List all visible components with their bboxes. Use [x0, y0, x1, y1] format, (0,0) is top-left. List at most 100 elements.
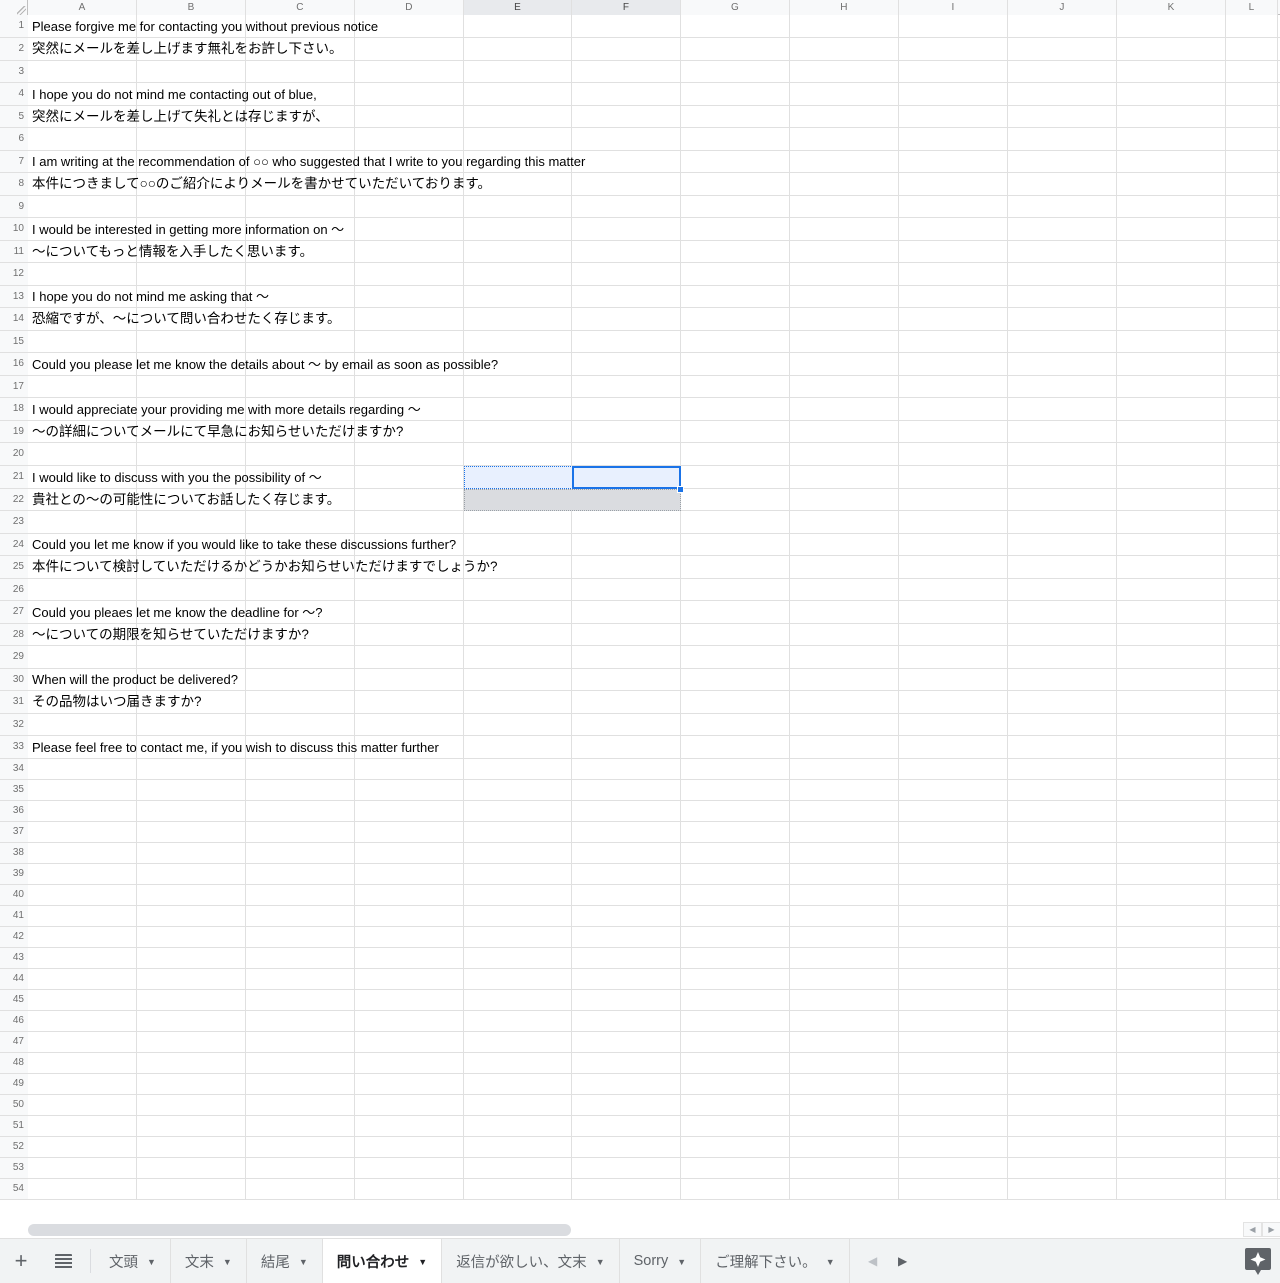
cell-K1[interactable]	[1117, 15, 1226, 38]
cell-B39[interactable]	[137, 864, 246, 885]
row-header-20[interactable]: 20	[0, 443, 28, 466]
cell-H37[interactable]	[790, 822, 899, 843]
cell-L14[interactable]	[1226, 308, 1278, 331]
cell-G42[interactable]	[681, 927, 790, 948]
cell-L4[interactable]	[1226, 83, 1278, 106]
cell-D50[interactable]	[355, 1095, 464, 1116]
row-header-46[interactable]: 46	[0, 1011, 28, 1032]
cell-I23[interactable]	[899, 511, 1008, 534]
scroll-right-arrow-button[interactable]: ▶	[1262, 1222, 1280, 1237]
cell-K44[interactable]	[1117, 969, 1226, 990]
cell-J32[interactable]	[1008, 714, 1117, 736]
cell-L31[interactable]	[1226, 691, 1278, 714]
cell-G35[interactable]	[681, 780, 790, 801]
cell-E7[interactable]	[464, 151, 572, 173]
cell-I44[interactable]	[899, 969, 1008, 990]
cell-G22[interactable]	[681, 489, 790, 511]
cell-I28[interactable]	[899, 624, 1008, 646]
cell-I8[interactable]	[899, 173, 1008, 196]
horizontal-scrollbar-row[interactable]: ◀ ▶	[0, 1222, 1280, 1238]
cell-C45[interactable]	[246, 990, 355, 1011]
cell-B34[interactable]	[137, 759, 246, 780]
cell-I24[interactable]	[899, 534, 1008, 556]
cell-C23[interactable]	[246, 511, 355, 534]
cell-J8[interactable]	[1008, 173, 1117, 196]
row-header-11[interactable]: 11	[0, 241, 28, 263]
cell-A52[interactable]	[28, 1137, 137, 1158]
cell-B3[interactable]	[137, 61, 246, 83]
cell-A44[interactable]	[28, 969, 137, 990]
cell-A8[interactable]	[28, 173, 137, 196]
cell-G8[interactable]	[681, 173, 790, 196]
cell-I35[interactable]	[899, 780, 1008, 801]
cell-C3[interactable]	[246, 61, 355, 83]
cell-G47[interactable]	[681, 1032, 790, 1053]
cell-I1[interactable]	[899, 15, 1008, 38]
cell-H52[interactable]	[790, 1137, 899, 1158]
cell-B16[interactable]	[137, 353, 246, 376]
cell-D4[interactable]	[355, 83, 464, 106]
cell-A45[interactable]	[28, 990, 137, 1011]
cell-A28[interactable]	[28, 624, 137, 646]
cell-F2[interactable]	[572, 38, 681, 61]
cell-I51[interactable]	[899, 1116, 1008, 1137]
cell-G39[interactable]	[681, 864, 790, 885]
cell-D10[interactable]	[355, 218, 464, 241]
cell-D34[interactable]	[355, 759, 464, 780]
cell-F18[interactable]	[572, 398, 681, 421]
cell-C36[interactable]	[246, 801, 355, 822]
cell-A23[interactable]	[28, 511, 137, 534]
cell-A32[interactable]	[28, 714, 137, 736]
cell-H34[interactable]	[790, 759, 899, 780]
column-header-i[interactable]: I	[899, 0, 1008, 15]
sheet-tab-5[interactable]: 返信が欲しい、文末 ▼	[442, 1239, 620, 1283]
cell-E2[interactable]	[464, 38, 572, 61]
cell-A47[interactable]	[28, 1032, 137, 1053]
sheet-tab-next-button[interactable]: ▶	[888, 1239, 918, 1283]
cell-G54[interactable]	[681, 1179, 790, 1200]
cell-canvas[interactable]: Please forgive me for contacting you wit…	[28, 15, 1280, 1200]
cell-C38[interactable]	[246, 843, 355, 864]
row-header-1[interactable]: 1	[0, 15, 28, 38]
cell-L3[interactable]	[1226, 61, 1278, 83]
cell-J16[interactable]	[1008, 353, 1117, 376]
cell-C39[interactable]	[246, 864, 355, 885]
cell-H17[interactable]	[790, 376, 899, 398]
cell-A30[interactable]	[28, 669, 137, 691]
column-header-a[interactable]: A	[28, 0, 137, 15]
cell-F19[interactable]	[572, 421, 681, 443]
cell-E22[interactable]	[464, 489, 572, 511]
cell-E31[interactable]	[464, 691, 572, 714]
cell-F25[interactable]	[572, 556, 681, 579]
cell-D27[interactable]	[355, 601, 464, 624]
cell-B50[interactable]	[137, 1095, 246, 1116]
cell-J45[interactable]	[1008, 990, 1117, 1011]
cell-F47[interactable]	[572, 1032, 681, 1053]
cell-H35[interactable]	[790, 780, 899, 801]
cell-D41[interactable]	[355, 906, 464, 927]
cell-F37[interactable]	[572, 822, 681, 843]
cell-D7[interactable]	[355, 151, 464, 173]
cell-J26[interactable]	[1008, 579, 1117, 601]
cell-H14[interactable]	[790, 308, 899, 331]
row-header-54[interactable]: 54	[0, 1179, 28, 1200]
cell-D30[interactable]	[355, 669, 464, 691]
cell-G36[interactable]	[681, 801, 790, 822]
cell-E16[interactable]	[464, 353, 572, 376]
cell-B18[interactable]	[137, 398, 246, 421]
horizontal-scrollbar-track[interactable]	[28, 1224, 1240, 1236]
cell-A38[interactable]	[28, 843, 137, 864]
row-header-42[interactable]: 42	[0, 927, 28, 948]
cell-E43[interactable]	[464, 948, 572, 969]
row-header-14[interactable]: 14	[0, 308, 28, 331]
cell-L46[interactable]	[1226, 1011, 1278, 1032]
cell-D11[interactable]	[355, 241, 464, 263]
cell-H21[interactable]	[790, 466, 899, 489]
cell-J7[interactable]	[1008, 151, 1117, 173]
cell-L50[interactable]	[1226, 1095, 1278, 1116]
cell-K30[interactable]	[1117, 669, 1226, 691]
cell-K36[interactable]	[1117, 801, 1226, 822]
cell-E38[interactable]	[464, 843, 572, 864]
cell-A40[interactable]	[28, 885, 137, 906]
cell-G41[interactable]	[681, 906, 790, 927]
